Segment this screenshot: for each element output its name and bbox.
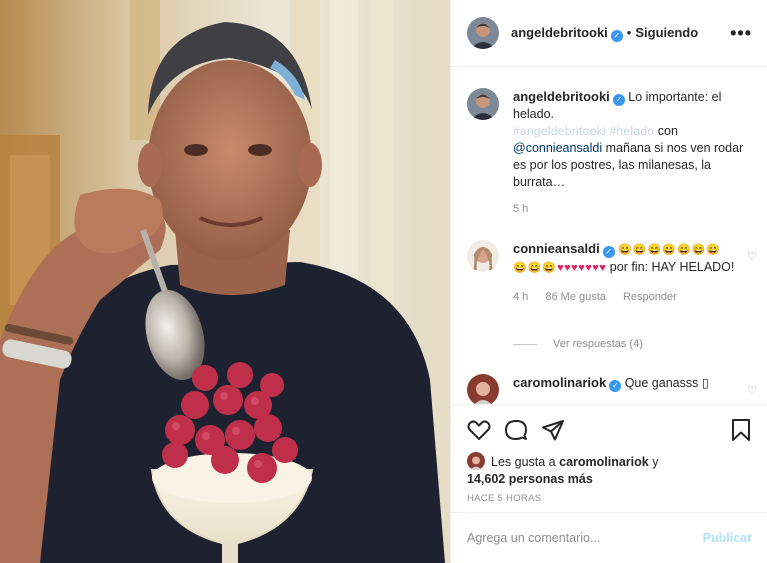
caption: angeldebritooki ✓ Lo importante: el helad… [467,88,757,215]
share-plane-icon[interactable] [541,418,565,442]
comment-author[interactable]: connieansaldi [513,241,600,256]
like-heart-icon[interactable] [467,418,491,442]
post-photo[interactable] [0,0,450,563]
author-username[interactable]: angeldebritooki [511,25,608,40]
verified-badge-icon: ✓ [609,380,622,392]
action-icons [467,418,753,444]
comment-author-avatar[interactable] [467,240,499,272]
caption-author[interactable]: angeldebritooki [513,89,610,104]
separator-dot: • [626,25,632,40]
likes-summary: Les gusta a caromolinariok y 14,602 pers… [467,452,658,488]
caption-meta: 5 h [513,203,757,215]
caption-text-2: con [657,124,678,138]
post-actions: Les gusta a caromolinariok y 14,602 pers… [451,404,767,512]
comment-likes[interactable]: 86 Me gusta [545,291,606,303]
likes-others[interactable]: 14,602 personas más [467,472,593,486]
comment-author[interactable]: caromolinariok [513,375,606,390]
publish-button[interactable]: Publicar [703,531,752,545]
comment-body: caromolinariok ✓ Que ganasss ▯ [513,374,757,392]
photo-illustration [0,0,450,563]
caption-mention[interactable]: @connieansaldi [513,141,602,155]
comment-text: por fin: HAY HELADO! [609,260,735,274]
caption-body: angeldebritooki ✓ Lo importante: el helad… [513,88,757,191]
bookmark-icon[interactable] [729,418,753,442]
comment-emoji-2: 😄😄😄 [513,262,558,274]
likes-user[interactable]: caromolinariok [559,455,649,469]
author-avatar[interactable] [467,17,499,49]
follow-status-button[interactable]: Siguiendo [635,25,698,40]
header-text: angeldebritooki ✓ • Siguiendo [511,24,698,42]
comment-like-heart-icon[interactable]: ♡ [747,250,757,263]
comment-emoji-1: 😄😄😄😄😄😄😄 [618,244,722,256]
comment-item: connieansaldi ✓ 😄😄😄😄😄😄😄 😄😄😄♥♥♥♥♥♥♥ por fi… [467,240,757,303]
comment-reply-button[interactable]: Responder [623,291,677,303]
post-side-panel: angeldebritooki ✓ • Siguiendo ••• angeldebr… [450,0,767,563]
caption-author-avatar[interactable] [467,88,499,120]
verified-badge-icon: ✓ [610,30,623,42]
comment-input[interactable] [467,531,703,545]
verified-badge-icon: ✓ [602,246,615,258]
liker-avatar[interactable] [467,452,485,470]
comment-text: Que ganasss ▯ [624,376,709,390]
comments-list[interactable]: angeldebritooki ✓ Lo importante: el helad… [451,68,767,404]
comment-hearts: ♥♥♥♥♥♥♥ [557,262,607,274]
likes-conj: y [652,455,659,469]
comment-composer: Publicar [451,512,767,563]
more-options-icon[interactable]: ••• [730,24,752,42]
comment-meta: 4 h 86 Me gusta Responder [513,291,757,303]
verified-badge-icon: ✓ [612,94,625,106]
post-timestamp[interactable]: HACE 5 HORAS [467,493,541,504]
comment-like-heart-icon[interactable]: ♡ [747,384,757,397]
comment-body: connieansaldi ✓ 😄😄😄😄😄😄😄 😄😄😄♥♥♥♥♥♥♥ por fi… [513,240,757,277]
comment-bubble-icon[interactable] [504,418,528,442]
caption-time[interactable]: 5 h [513,203,528,215]
caption-hashtags[interactable]: #angeldebritooki #helado [513,124,654,138]
view-replies-label: Ver respuestas (4) [553,338,643,350]
comment-author-avatar[interactable] [467,374,499,404]
post-header: angeldebritooki ✓ • Siguiendo ••• [451,0,767,67]
comment-time[interactable]: 4 h [513,291,528,303]
replies-line [513,343,537,345]
comment-item: caromolinariok ✓ Que ganasss ▯ ♡ [467,374,757,404]
likes-prefix: Les gusta a [491,455,556,469]
view-replies-button[interactable]: Ver respuestas (4) [513,338,643,350]
